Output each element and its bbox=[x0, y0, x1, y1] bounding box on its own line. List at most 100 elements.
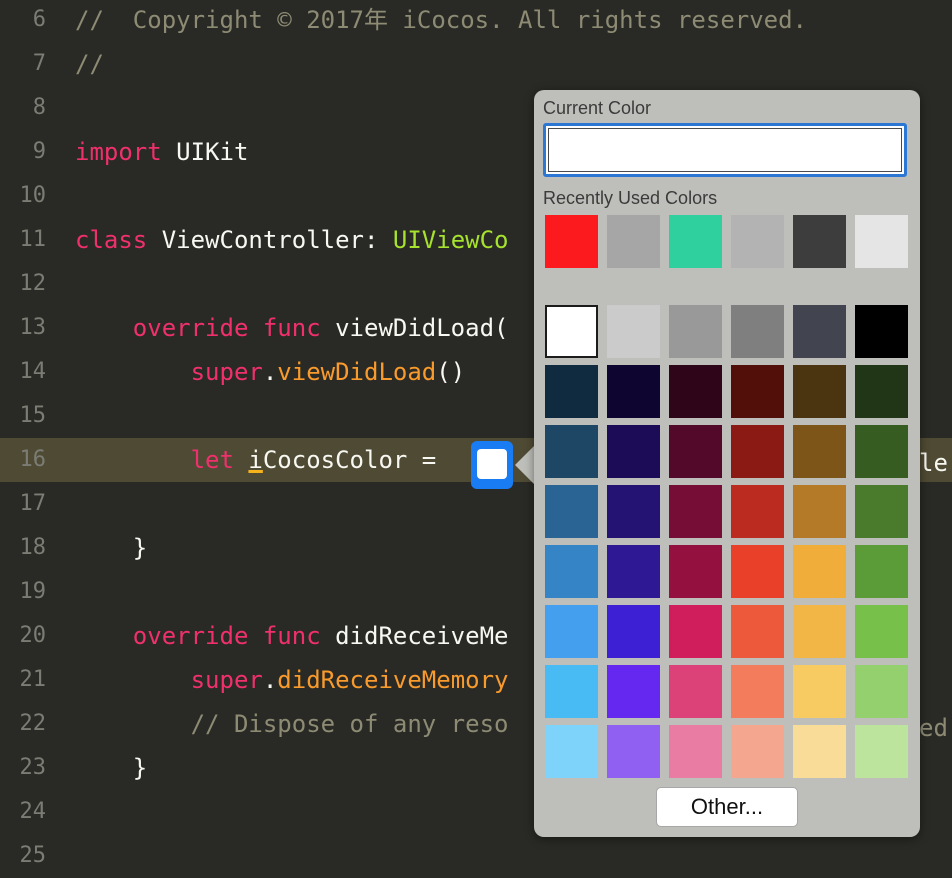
line-code: // Copyright © 2017年 iCocos. All rights … bbox=[75, 0, 807, 42]
palette-color-swatch[interactable] bbox=[855, 545, 908, 598]
palette-color-swatch[interactable] bbox=[607, 665, 660, 718]
line-code: class ViewController: UIViewCo bbox=[75, 218, 508, 262]
code-token: super bbox=[75, 358, 263, 386]
line-number: 22 bbox=[19, 711, 47, 736]
line-code: override func viewDidLoad( bbox=[75, 306, 509, 350]
palette-color-swatch[interactable] bbox=[793, 725, 846, 778]
line-number: 25 bbox=[19, 843, 47, 868]
palette-color-swatch[interactable] bbox=[607, 485, 660, 538]
palette-color-swatch[interactable] bbox=[545, 545, 598, 598]
palette-grid bbox=[545, 305, 908, 778]
line-number: 7 bbox=[32, 51, 46, 76]
code-token: UIViewCo bbox=[392, 226, 509, 254]
palette-color-swatch[interactable] bbox=[607, 425, 660, 478]
line-22-trailing-text: ed bbox=[919, 714, 948, 742]
recent-colors-grid bbox=[545, 215, 908, 268]
palette-color-swatch[interactable] bbox=[545, 485, 598, 538]
current-color-well[interactable] bbox=[543, 123, 907, 177]
palette-color-swatch[interactable] bbox=[545, 605, 598, 658]
palette-color-swatch[interactable] bbox=[731, 665, 784, 718]
palette-color-swatch[interactable] bbox=[731, 725, 784, 778]
palette-color-swatch[interactable] bbox=[607, 605, 660, 658]
palette-color-swatch[interactable] bbox=[669, 725, 722, 778]
palette-color-swatch[interactable] bbox=[793, 365, 846, 418]
line-number: 20 bbox=[19, 623, 47, 648]
palette-color-swatch[interactable] bbox=[607, 365, 660, 418]
line-code: override func didReceiveMe bbox=[75, 614, 509, 658]
palette-color-swatch[interactable] bbox=[793, 305, 846, 358]
recent-color-swatch[interactable] bbox=[545, 215, 598, 268]
code-token: viewDidLoad( bbox=[320, 314, 509, 342]
line-number: 8 bbox=[32, 95, 46, 120]
recent-color-swatch[interactable] bbox=[607, 215, 660, 268]
code-line[interactable]: 6 // Copyright © 2017年 iCocos. All rights… bbox=[0, 0, 952, 42]
palette-color-swatch[interactable] bbox=[855, 305, 908, 358]
recent-color-swatch[interactable] bbox=[793, 215, 846, 268]
palette-color-swatch[interactable] bbox=[545, 365, 598, 418]
palette-color-swatch[interactable] bbox=[731, 545, 784, 598]
palette-color-swatch[interactable] bbox=[607, 725, 660, 778]
line-code: super.viewDidLoad() bbox=[75, 350, 466, 394]
recent-color-swatch[interactable] bbox=[855, 215, 908, 268]
code-token: . bbox=[262, 358, 278, 386]
line-number: 13 bbox=[19, 315, 47, 340]
palette-color-swatch[interactable] bbox=[669, 485, 722, 538]
palette-color-swatch[interactable] bbox=[607, 545, 660, 598]
line-number: 19 bbox=[19, 579, 47, 604]
code-token: func bbox=[262, 622, 321, 650]
palette-color-swatch[interactable] bbox=[731, 485, 784, 538]
other-color-button[interactable]: Other... bbox=[656, 787, 798, 827]
palette-color-swatch[interactable] bbox=[669, 365, 722, 418]
palette-color-swatch[interactable] bbox=[669, 425, 722, 478]
palette-color-swatch[interactable] bbox=[793, 425, 846, 478]
line-code: } bbox=[75, 746, 147, 790]
palette-color-swatch[interactable] bbox=[731, 365, 784, 418]
palette-color-swatch[interactable] bbox=[669, 305, 722, 358]
current-color-label: Current Color bbox=[543, 98, 652, 118]
code-line[interactable]: 25 bbox=[0, 834, 952, 878]
code-line[interactable]: 7 // bbox=[0, 42, 952, 86]
current-color-fill bbox=[548, 128, 902, 172]
palette-color-swatch[interactable] bbox=[545, 425, 598, 478]
palette-color-swatch[interactable] bbox=[731, 605, 784, 658]
line-code: // Dispose of any reso bbox=[75, 702, 509, 746]
palette-color-swatch[interactable] bbox=[855, 605, 908, 658]
color-literal-swatch[interactable] bbox=[471, 441, 513, 489]
code-token: i bbox=[248, 446, 263, 474]
palette-color-swatch[interactable] bbox=[731, 425, 784, 478]
palette-color-swatch[interactable] bbox=[855, 725, 908, 778]
code-token: } bbox=[75, 754, 148, 782]
palette-color-swatch[interactable] bbox=[793, 605, 846, 658]
palette-color-swatch[interactable] bbox=[855, 665, 908, 718]
palette-color-swatch[interactable] bbox=[855, 485, 908, 538]
palette-color-swatch[interactable] bbox=[793, 545, 846, 598]
palette-color-swatch[interactable] bbox=[545, 305, 598, 358]
palette-color-swatch[interactable] bbox=[855, 365, 908, 418]
palette-color-swatch[interactable] bbox=[669, 545, 722, 598]
code-token: . bbox=[262, 666, 278, 694]
palette-color-swatch[interactable] bbox=[669, 665, 722, 718]
palette-color-swatch[interactable] bbox=[669, 605, 722, 658]
palette-color-swatch[interactable] bbox=[793, 665, 846, 718]
line-number: 17 bbox=[19, 491, 47, 516]
palette-color-swatch[interactable] bbox=[545, 665, 598, 718]
line-number: 10 bbox=[19, 183, 47, 208]
palette-color-swatch[interactable] bbox=[793, 485, 846, 538]
palette-color-swatch[interactable] bbox=[855, 425, 908, 478]
palette-color-swatch[interactable] bbox=[731, 305, 784, 358]
line-code: import UIKit bbox=[75, 130, 248, 174]
code-token: super bbox=[75, 666, 263, 694]
palette-color-swatch[interactable] bbox=[607, 305, 660, 358]
color-picker-popover: Current Color Recently Used Colors Other… bbox=[534, 90, 920, 837]
line-code: let iCocosColor = bbox=[75, 438, 451, 482]
recent-color-swatch[interactable] bbox=[669, 215, 722, 268]
code-token: UIKit bbox=[161, 138, 249, 166]
line-number: 23 bbox=[19, 755, 47, 780]
palette-color-swatch[interactable] bbox=[545, 725, 598, 778]
line-number: 16 bbox=[19, 447, 47, 472]
recent-color-swatch[interactable] bbox=[731, 215, 784, 268]
code-token: // bbox=[75, 50, 104, 78]
code-token: import bbox=[75, 138, 162, 166]
